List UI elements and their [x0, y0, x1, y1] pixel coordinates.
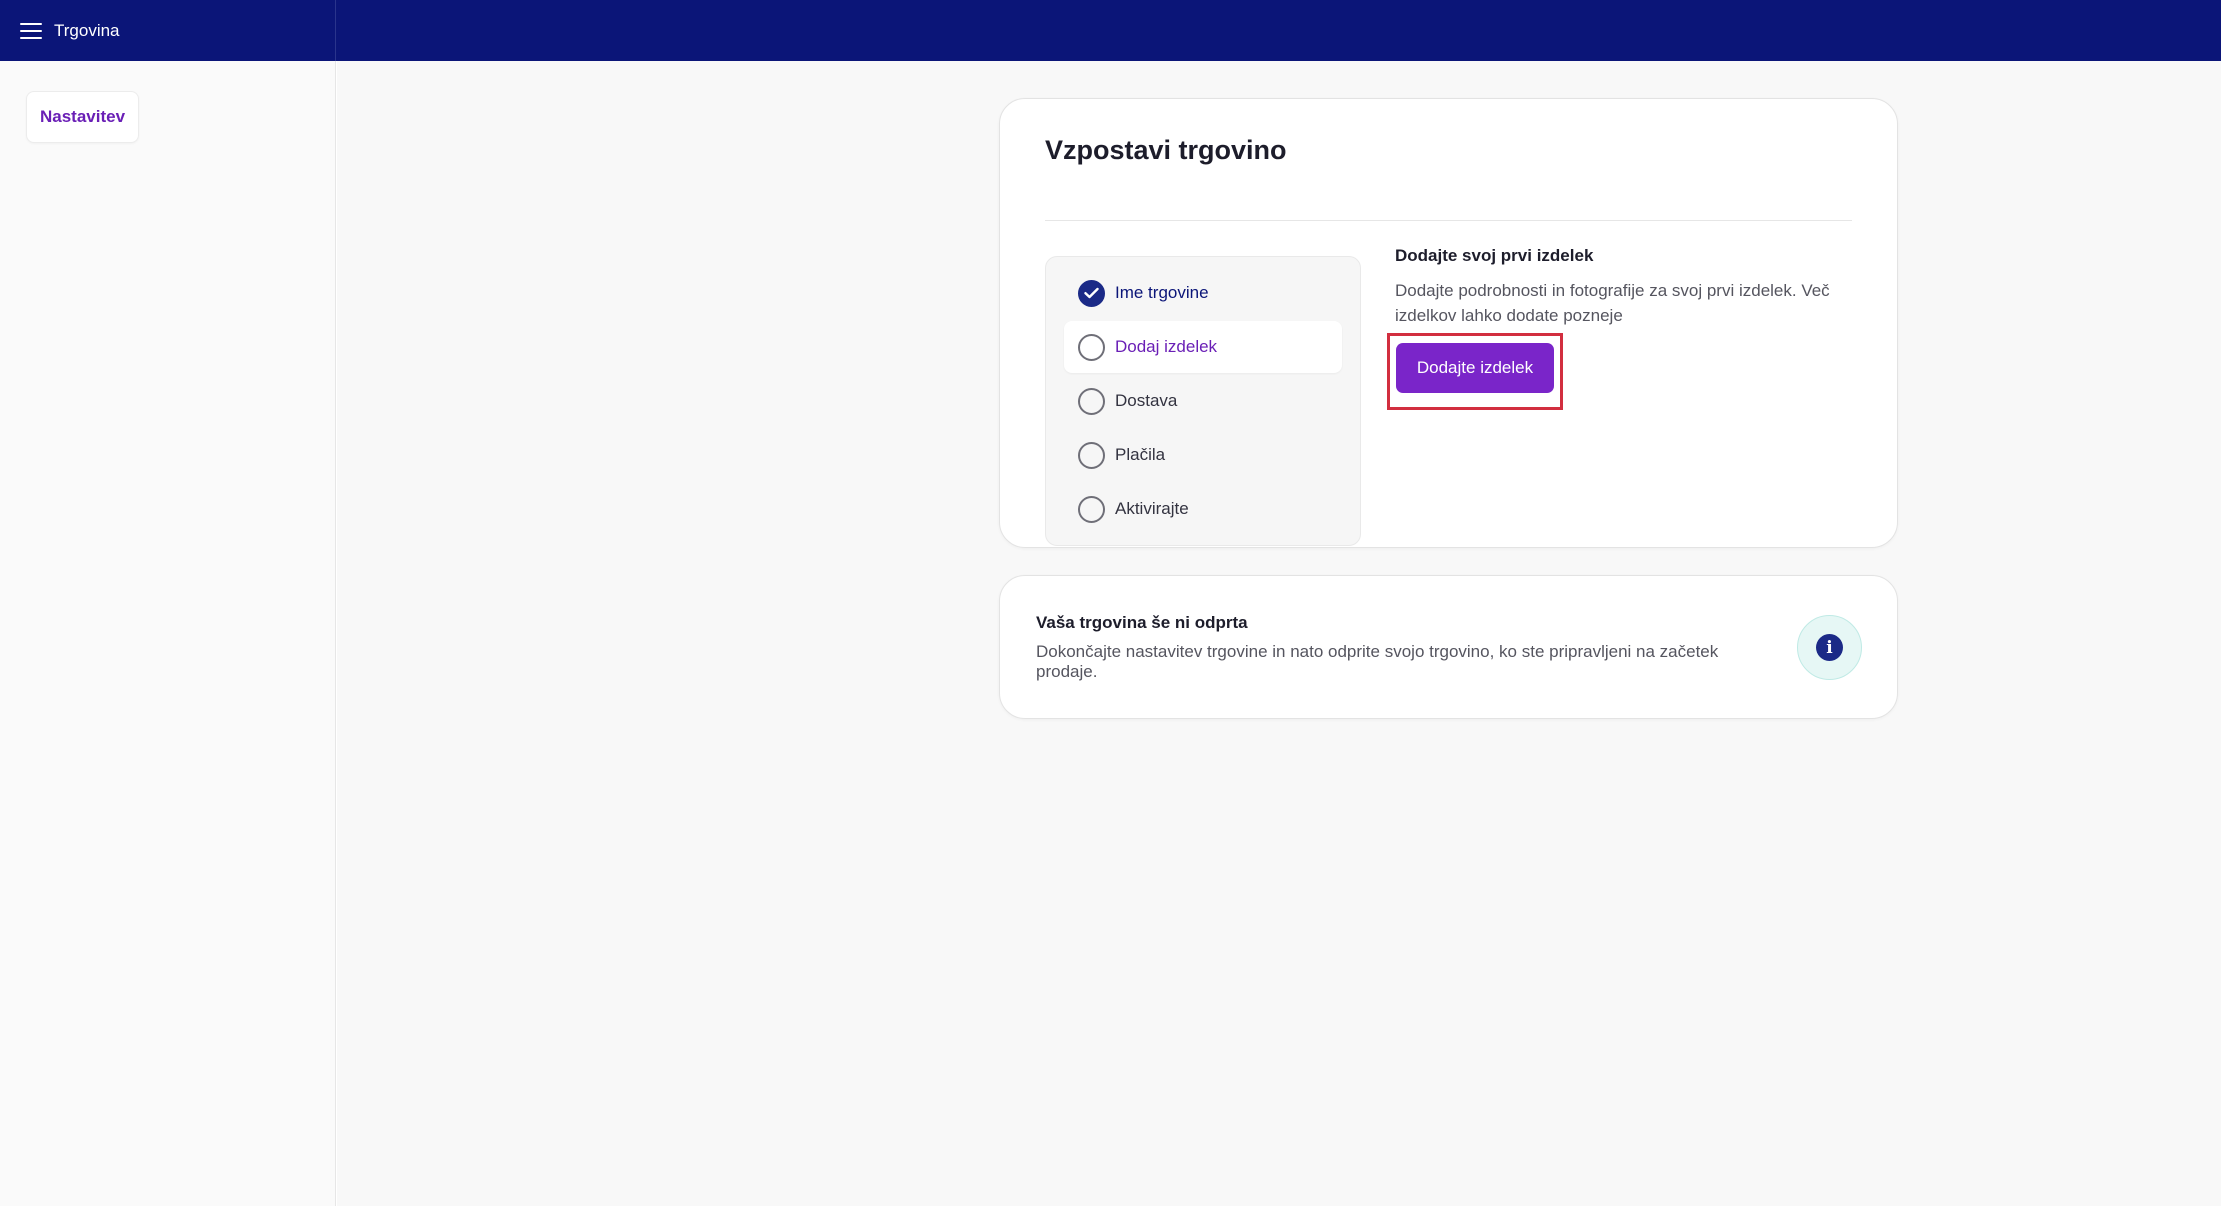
setup-title: Vzpostavi trgovino: [1045, 135, 1287, 165]
store-status-title: Vaša trgovina še ni odprta: [1036, 613, 1248, 632]
circle-icon: [1078, 333, 1105, 361]
step-label: Plačila: [1115, 445, 1166, 464]
check-circle-icon: [1078, 279, 1105, 307]
step-label: Dostava: [1115, 391, 1178, 410]
brand-area: Trgovina: [0, 0, 336, 61]
sidebar: Nastavitev: [0, 61, 336, 1206]
sidebar-item-nastavitev[interactable]: Nastavitev: [26, 91, 140, 143]
divider: [1045, 220, 1852, 221]
store-status-card: Vaša trgovina še ni odprta Dokončajte na…: [999, 575, 1898, 719]
sidebar-item-label: Nastavitev: [40, 107, 126, 126]
circle-icon: [1078, 387, 1105, 415]
highlight-box: Dodajte izdelek: [1387, 333, 1563, 410]
setup-card: Vzpostavi trgovino Ime trgovine Dodaj iz…: [999, 98, 1898, 548]
top-bar: Trgovina: [0, 0, 2221, 61]
add-product-button[interactable]: Dodajte izdelek: [1396, 343, 1554, 393]
app-root: Trgovina Nastavitev Vzpostavi trgovino I…: [0, 0, 2221, 1206]
hamburger-menu-icon[interactable]: [20, 22, 42, 39]
step-detail-text: Dodajte podrobnosti in fotografije za sv…: [1395, 281, 1830, 325]
step-label: Dodaj izdelek: [1115, 337, 1218, 356]
step-ime-trgovine[interactable]: Ime trgovine: [1064, 267, 1342, 319]
app-title: Trgovina: [54, 20, 120, 40]
circle-icon: [1078, 495, 1105, 523]
step-detail-heading: Dodajte svoj prvi izdelek: [1395, 246, 1594, 265]
setup-steps-list: Ime trgovine Dodaj izdelek Dostava Plači…: [1045, 256, 1361, 546]
step-dostava[interactable]: Dostava: [1064, 375, 1342, 427]
main-content: Vzpostavi trgovino Ime trgovine Dodaj iz…: [337, 61, 2221, 1206]
step-placila[interactable]: Plačila: [1064, 429, 1342, 481]
step-dodaj-izdelek[interactable]: Dodaj izdelek: [1064, 321, 1342, 373]
step-aktivirajte[interactable]: Aktivirajte: [1064, 483, 1342, 535]
step-detail: Dodajte svoj prvi izdelek Dodajte podrob…: [1395, 246, 1855, 328]
store-status-text: Dokončajte nastavitev trgovine in nato o…: [1036, 642, 1719, 681]
info-glyph: i: [1816, 634, 1843, 661]
step-label: Aktivirajte: [1115, 499, 1189, 518]
circle-icon: [1078, 441, 1105, 469]
info-icon: i: [1797, 615, 1862, 680]
step-label: Ime trgovine: [1115, 283, 1209, 302]
